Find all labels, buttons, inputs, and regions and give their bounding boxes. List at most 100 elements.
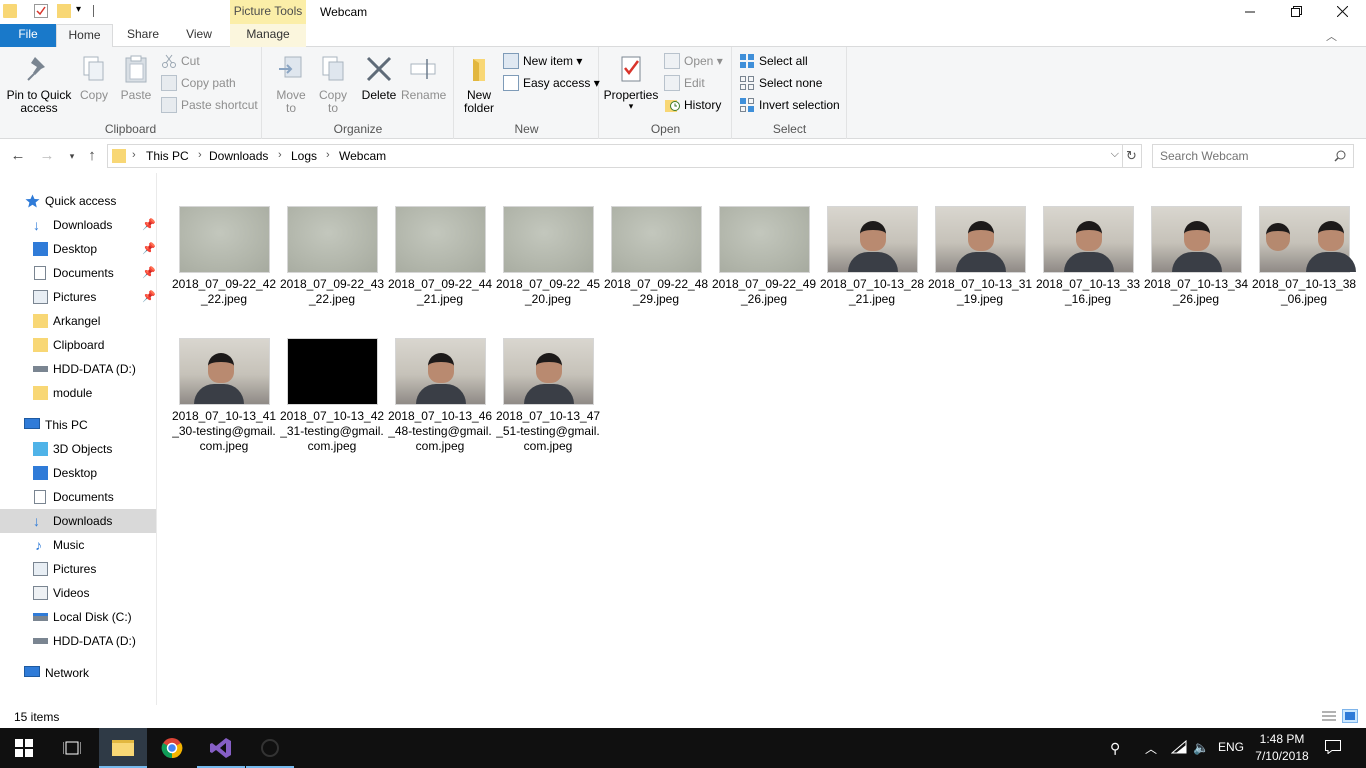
tab-view[interactable]: View [173, 24, 225, 47]
file-item[interactable]: 2018_07_10-13_46_48-testing@gmail.com.jp… [386, 338, 494, 454]
nav-qa-clipboard[interactable]: Clipboard [0, 333, 156, 357]
start-windows-icon[interactable] [0, 728, 48, 768]
visual-studio-taskbar-icon[interactable] [197, 728, 245, 768]
file-item[interactable]: 2018_07_09-22_49_26.jpeg [710, 206, 818, 307]
file-item[interactable]: 2018_07_10-13_42_31-testing@gmail.com.jp… [278, 338, 386, 454]
forward-arrow-icon[interactable]: → [37, 146, 57, 166]
file-item[interactable]: 2018_07_09-22_42_22.jpeg [170, 206, 278, 307]
select-all-button[interactable]: Select all [739, 51, 808, 71]
pin-icon[interactable]: 📌 [142, 285, 156, 309]
nav-qa-pictures[interactable]: Pictures 📌 [0, 285, 156, 309]
file-item[interactable]: 2018_07_10-13_33_16.jpeg [1034, 206, 1142, 307]
nav-quick-access[interactable]: Quick access [0, 189, 156, 213]
pin-icon[interactable]: 📌 [142, 237, 156, 261]
tab-home[interactable]: Home [56, 24, 113, 48]
notifications-icon[interactable] [1325, 740, 1341, 757]
language-indicator[interactable]: ENG [1218, 740, 1244, 754]
file-item[interactable]: 2018_07_09-22_48_29.jpeg [602, 206, 710, 307]
chevron-right-icon[interactable]: › [198, 149, 202, 161]
file-item[interactable]: 2018_07_10-13_41_30-testing@gmail.com.jp… [170, 338, 278, 454]
back-arrow-icon[interactable]: ← [8, 146, 28, 166]
refresh-icon[interactable]: ↻ [1122, 144, 1142, 168]
nav-hdd-data[interactable]: HDD-DATA (D:) [0, 629, 156, 653]
open-button[interactable]: Open ▾ [664, 51, 723, 71]
file-explorer-taskbar-icon[interactable] [99, 728, 147, 768]
address-dropdown-icon[interactable]: ⌵ [1111, 148, 1119, 161]
customize-toolbar-icon[interactable]: ▾ [76, 4, 81, 15]
pin-icon[interactable]: 📌 [142, 213, 156, 237]
properties-button[interactable]: Properties ▾ [603, 51, 659, 111]
details-view-icon[interactable] [1321, 709, 1337, 723]
invert-selection-button[interactable]: Invert selection [739, 95, 840, 115]
search-box[interactable] [1152, 144, 1354, 168]
volume-icon[interactable]: 🔈 [1193, 740, 1209, 756]
breadcrumb-logs[interactable]: Logs [291, 149, 317, 163]
move-to-button[interactable]: Move to [269, 51, 313, 115]
collapse-ribbon-icon[interactable]: ︿ [1326, 28, 1337, 44]
restore-button[interactable] [1273, 0, 1319, 24]
select-none-button[interactable]: Select none [739, 73, 822, 93]
breadcrumb-downloads[interactable]: Downloads [209, 149, 268, 163]
nav-qa-documents[interactable]: Documents 📌 [0, 261, 156, 285]
up-arrow-icon[interactable]: ↑ [82, 146, 102, 166]
breadcrumb-webcam[interactable]: Webcam [339, 149, 386, 163]
nav-downloads[interactable]: ↓ Downloads [0, 509, 156, 533]
copy-button[interactable]: Copy [74, 51, 114, 102]
cut-button[interactable]: Cut [161, 51, 200, 71]
nav-qa-desktop[interactable]: Desktop 📌 [0, 237, 156, 261]
clock[interactable]: 1:48 PM 7/10/2018 [1254, 731, 1310, 765]
file-item[interactable]: 2018_07_10-13_31_19.jpeg [926, 206, 1034, 307]
chevron-up-icon[interactable]: ︿ [1145, 740, 1157, 757]
breadcrumb-this-pc[interactable]: This PC [146, 149, 189, 163]
nav-this-pc[interactable]: This PC [0, 413, 156, 437]
paste-shortcut-button[interactable]: Paste shortcut [161, 95, 258, 115]
folder-icon[interactable] [3, 4, 17, 18]
new-folder-quick-icon[interactable] [57, 4, 71, 18]
edit-button[interactable]: Edit [664, 73, 705, 93]
address-bar[interactable]: › This PC › Downloads › Logs › Webcam ⌵ [107, 144, 1123, 168]
app-taskbar-icon[interactable] [246, 728, 294, 768]
chevron-right-icon[interactable]: › [132, 149, 136, 161]
delete-button[interactable]: Delete [357, 51, 401, 102]
nav-pictures[interactable]: Pictures [0, 557, 156, 581]
file-item[interactable]: 2018_07_10-13_47_51-testing@gmail.com.jp… [494, 338, 602, 454]
new-folder-button[interactable]: New folder [459, 51, 499, 115]
tab-share[interactable]: Share [113, 24, 173, 47]
nav-qa-hdd-data[interactable]: HDD-DATA (D:) [0, 357, 156, 381]
nav-qa-module[interactable]: module [0, 381, 156, 405]
nav-local-disk-c[interactable]: Local Disk (C:) [0, 605, 156, 629]
search-icon[interactable] [1334, 150, 1346, 162]
search-input[interactable] [1160, 149, 1330, 163]
tab-file[interactable]: File [0, 24, 56, 47]
task-view-icon[interactable] [48, 728, 96, 768]
recent-locations-icon[interactable]: ▾ [62, 146, 82, 166]
large-icons-view-icon[interactable] [1342, 709, 1358, 723]
nav-desktop[interactable]: Desktop [0, 461, 156, 485]
chevron-right-icon[interactable]: › [326, 149, 330, 161]
copy-to-button[interactable]: Copy to [311, 51, 355, 115]
chevron-right-icon[interactable]: › [278, 149, 282, 161]
nav-music[interactable]: ♪ Music [0, 533, 156, 557]
copy-path-button[interactable]: Copy path [161, 73, 236, 93]
nav-qa-arkangel[interactable]: Arkangel [0, 309, 156, 333]
nav-3d-objects[interactable]: 3D Objects [0, 437, 156, 461]
nav-network[interactable]: Network [0, 661, 156, 685]
easy-access-button[interactable]: Easy access ▾ [503, 73, 600, 93]
rename-button[interactable]: Rename [401, 51, 446, 102]
file-item[interactable]: 2018_07_10-13_28_21.jpeg [818, 206, 926, 307]
close-button[interactable] [1319, 0, 1365, 24]
history-button[interactable]: History [664, 95, 721, 115]
file-item[interactable]: 2018_07_09-22_44_21.jpeg [386, 206, 494, 307]
nav-videos[interactable]: Videos [0, 581, 156, 605]
tab-manage[interactable]: Manage [230, 24, 306, 47]
chrome-taskbar-icon[interactable] [148, 728, 196, 768]
nav-qa-downloads[interactable]: ↓ Downloads 📌 [0, 213, 156, 237]
nav-documents[interactable]: Documents [0, 485, 156, 509]
minimize-button[interactable] [1227, 0, 1273, 24]
file-item[interactable]: 2018_07_09-22_43_22.jpeg [278, 206, 386, 307]
people-icon[interactable]: ⚲ [1110, 740, 1120, 757]
pin-icon[interactable]: 📌 [142, 261, 156, 285]
file-item[interactable]: 2018_07_10-13_34_26.jpeg [1142, 206, 1250, 307]
pin-quick-access-button[interactable]: Pin to Quick access [4, 51, 74, 115]
file-item[interactable]: 2018_07_09-22_45_20.jpeg [494, 206, 602, 307]
